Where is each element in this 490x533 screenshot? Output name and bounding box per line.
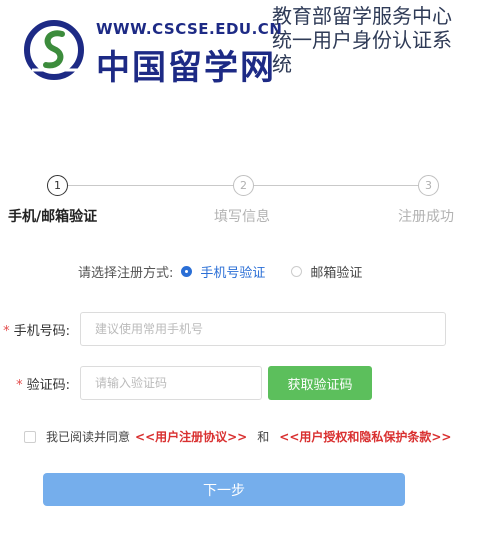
logo-chinese-text: 中国留学网: [96, 48, 276, 88]
step-2-label: 填写信息: [214, 209, 270, 225]
step-1-circle: 1: [47, 175, 68, 196]
method-option-email[interactable]: 邮箱验证: [291, 262, 362, 281]
required-mark: *: [3, 324, 10, 339]
method-option-email-label: 邮箱验证: [310, 265, 363, 281]
phone-input[interactable]: [80, 312, 446, 346]
user-agreement-link[interactable]: <<用户注册协议>>: [135, 428, 247, 445]
agreement-row: 我已阅读并同意 <<用户注册协议>> 和 <<用户授权和隐私保护条款>>: [24, 428, 452, 445]
agreement-prefix: 我已阅读并同意: [46, 430, 131, 444]
logo-url-text: WWW.CSCSE.EDU.CN: [96, 20, 283, 38]
cscse-logo-icon: [24, 20, 84, 80]
method-label: 请选择注册方式:: [78, 265, 174, 281]
agreement-conjunction: 和: [257, 430, 270, 444]
step-3-label: 注册成功: [398, 209, 454, 225]
required-mark: *: [16, 378, 23, 393]
get-code-button[interactable]: 获取验证码: [268, 366, 372, 400]
page-title: 教育部留学服务中心统一用户身份认证系统: [272, 4, 452, 76]
method-option-phone-label: 手机号验证: [200, 265, 266, 281]
agreement-checkbox[interactable]: [24, 430, 36, 443]
step-2-circle: 2: [233, 175, 254, 196]
stepper-line-1: [68, 185, 234, 186]
step-1-label: 手机/邮箱验证: [8, 209, 98, 225]
code-input[interactable]: [80, 366, 262, 400]
code-label-text: 验证码:: [26, 378, 70, 393]
privacy-policy-link[interactable]: <<用户授权和隐私保护条款>>: [279, 428, 451, 445]
method-option-phone[interactable]: 手机号验证: [181, 262, 265, 281]
step-3-circle: 3: [418, 175, 439, 196]
registration-method-row: 请选择注册方式: 手机号验证 邮箱验证: [78, 262, 362, 281]
radio-unchecked-icon[interactable]: [291, 265, 303, 277]
phone-label: * 手机号码:: [0, 320, 70, 339]
next-step-button[interactable]: 下一步: [43, 473, 405, 506]
stepper-line-2: [254, 185, 418, 186]
code-label: * 验证码:: [0, 374, 70, 393]
radio-checked-icon[interactable]: [181, 265, 193, 277]
phone-label-text: 手机号码:: [13, 324, 70, 339]
